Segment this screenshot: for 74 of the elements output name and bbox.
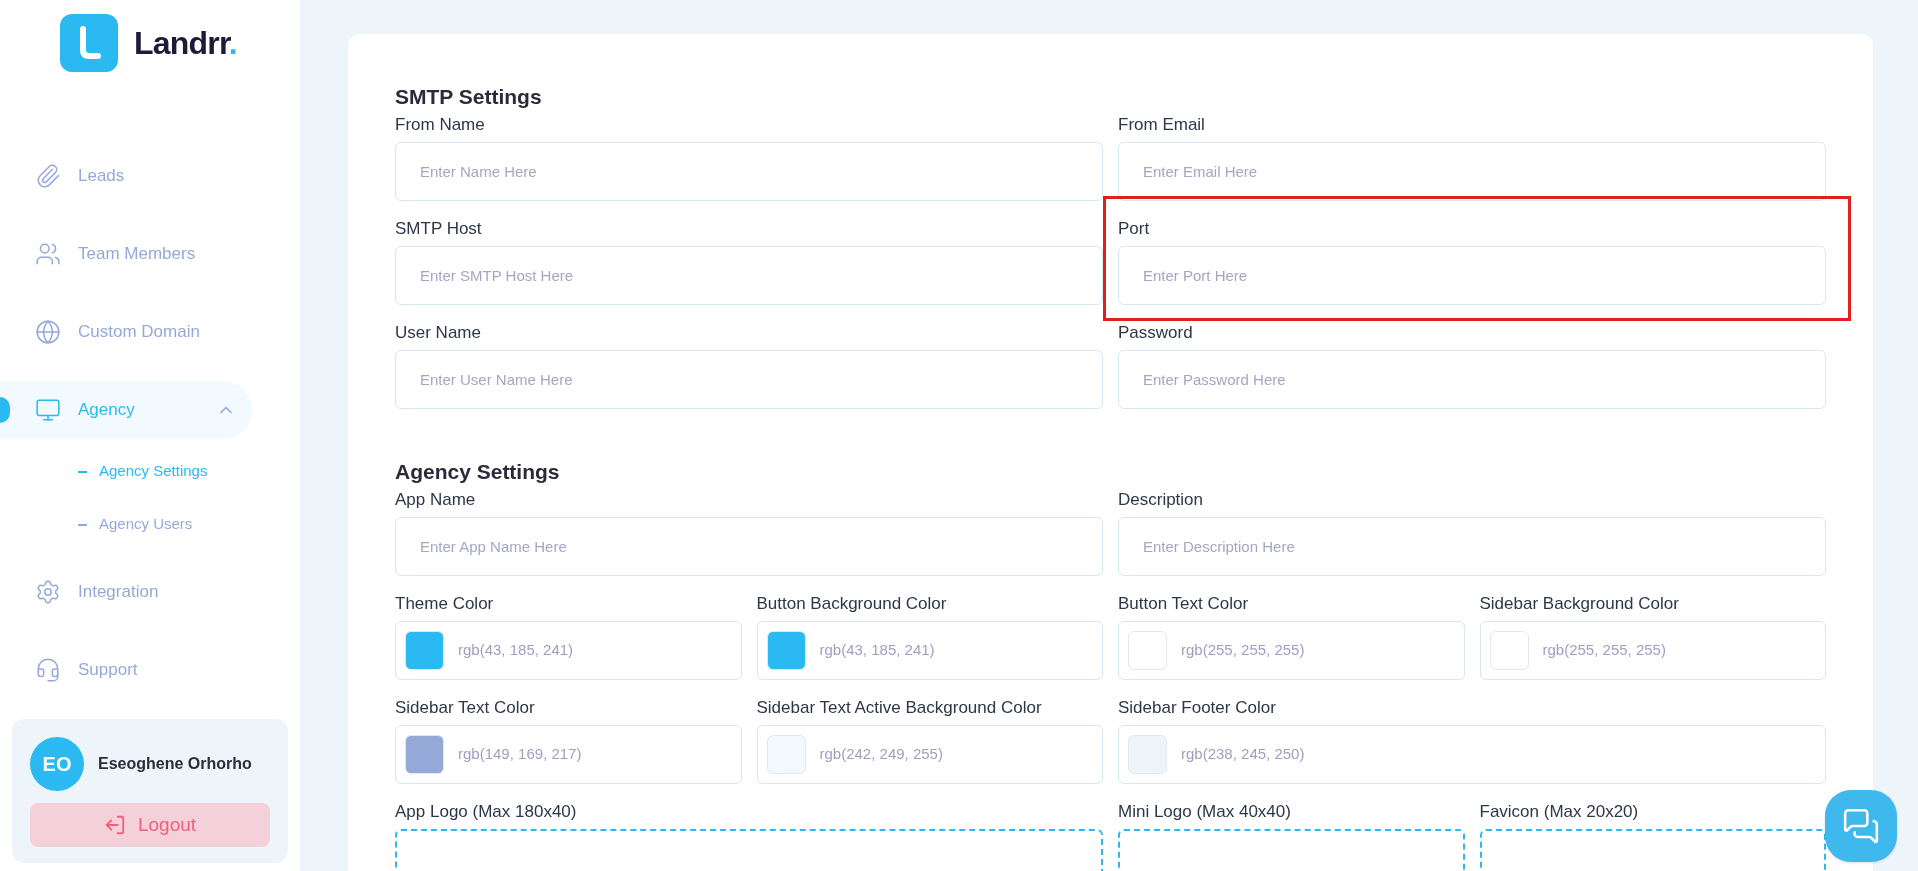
field-label: App Name [395, 489, 477, 511]
nav-item[interactable]: Leads [0, 147, 252, 205]
color-swatch[interactable] [766, 735, 806, 774]
color-value: rgb(43, 185, 241) [819, 640, 935, 661]
nav-item[interactable]: Custom Domain [0, 303, 252, 361]
color-field[interactable]: rgb(149, 169, 217) [395, 725, 742, 784]
nav-item[interactable]: Agency [0, 381, 252, 439]
color-swatch[interactable] [405, 631, 444, 670]
color-field[interactable]: rgb(43, 185, 241) [395, 621, 742, 680]
color-field[interactable]: rgb(255, 255, 255) [1479, 621, 1826, 680]
field-label: From Name [395, 114, 486, 136]
section-title: SMTP Settings [395, 84, 543, 110]
nav-item[interactable]: Team Members [0, 225, 252, 283]
color-value: rgb(149, 169, 217) [458, 744, 582, 765]
field-label: Description [1118, 489, 1205, 511]
dash-icon [78, 523, 87, 526]
field-label: Theme Color [395, 593, 495, 615]
submenu-item[interactable]: Agency Settings [99, 460, 208, 483]
chat-icon [1842, 807, 1880, 845]
active-marker [0, 397, 10, 423]
field-label: Password [1118, 322, 1194, 344]
paperclip-icon [35, 163, 61, 189]
field-label: Sidebar Text Active Background Color [756, 697, 1043, 719]
field-label: SMTP Host [395, 218, 483, 240]
user-name: Eseoghene Orhorho [98, 754, 252, 774]
color-value: rgb(255, 255, 255) [1181, 640, 1305, 661]
section-title: Agency Settings [395, 459, 561, 485]
field-label: Sidebar Text Color [395, 697, 536, 719]
input-field[interactable]: Enter Email Here [1118, 142, 1826, 201]
field-label: Button Text Color [1118, 593, 1250, 615]
globe-icon [35, 319, 61, 345]
color-field[interactable]: rgb(238, 245, 250) [1118, 725, 1826, 784]
input-field[interactable]: Enter Password Here [1118, 350, 1826, 409]
gear-icon [35, 579, 61, 605]
input-field[interactable]: Enter SMTP Host Here [395, 246, 1103, 305]
color-field[interactable]: rgb(255, 255, 255) [1118, 621, 1465, 680]
color-value: rgb(255, 255, 255) [1542, 640, 1666, 661]
color-swatch[interactable] [405, 735, 444, 774]
input-field[interactable]: Enter Port Here [1118, 246, 1826, 305]
color-field[interactable]: rgb(43, 185, 241) [756, 621, 1103, 680]
field-label: Port [1118, 218, 1151, 240]
input-field[interactable]: Enter App Name Here [395, 517, 1103, 576]
avatar: EO [30, 737, 84, 791]
logo-icon [60, 14, 118, 72]
headset-icon [35, 657, 61, 683]
input-field[interactable]: Enter Name Here [395, 142, 1103, 201]
input-field[interactable]: Enter User Name Here [395, 350, 1103, 409]
field-label: Mini Logo (Max 40x40) [1118, 801, 1292, 823]
color-value: rgb(242, 249, 255) [819, 744, 943, 765]
brand-name: Landrr. [134, 24, 237, 63]
field-label: Sidebar Background Color [1479, 593, 1680, 615]
logout-icon [103, 814, 126, 836]
color-field[interactable]: rgb(242, 249, 255) [756, 725, 1103, 784]
field-label: Favicon (Max 20x20) [1479, 801, 1640, 823]
users-icon [35, 241, 61, 267]
nav-item[interactable]: Support [0, 641, 252, 699]
color-value: rgb(43, 185, 241) [458, 640, 574, 661]
color-swatch[interactable] [1128, 735, 1167, 774]
field-label: Sidebar Footer Color [1118, 697, 1277, 719]
submenu-item[interactable]: Agency Users [99, 513, 193, 536]
field-label: Button Background Color [756, 593, 948, 615]
color-swatch[interactable] [766, 631, 806, 670]
nav-item[interactable]: Integration [0, 563, 252, 621]
field-label: User Name [395, 322, 482, 344]
field-label: From Email [1118, 114, 1206, 136]
logout-button[interactable]: Logout [30, 803, 270, 847]
color-swatch[interactable] [1128, 631, 1167, 670]
input-field[interactable]: Enter Description Here [1118, 517, 1826, 576]
dash-icon [78, 470, 87, 473]
monitor-icon [35, 397, 61, 423]
field-label: App Logo (Max 180x40) [395, 801, 578, 823]
chat-button[interactable] [1825, 790, 1897, 862]
color-swatch[interactable] [1489, 631, 1529, 670]
color-value: rgb(238, 245, 250) [1181, 744, 1305, 765]
